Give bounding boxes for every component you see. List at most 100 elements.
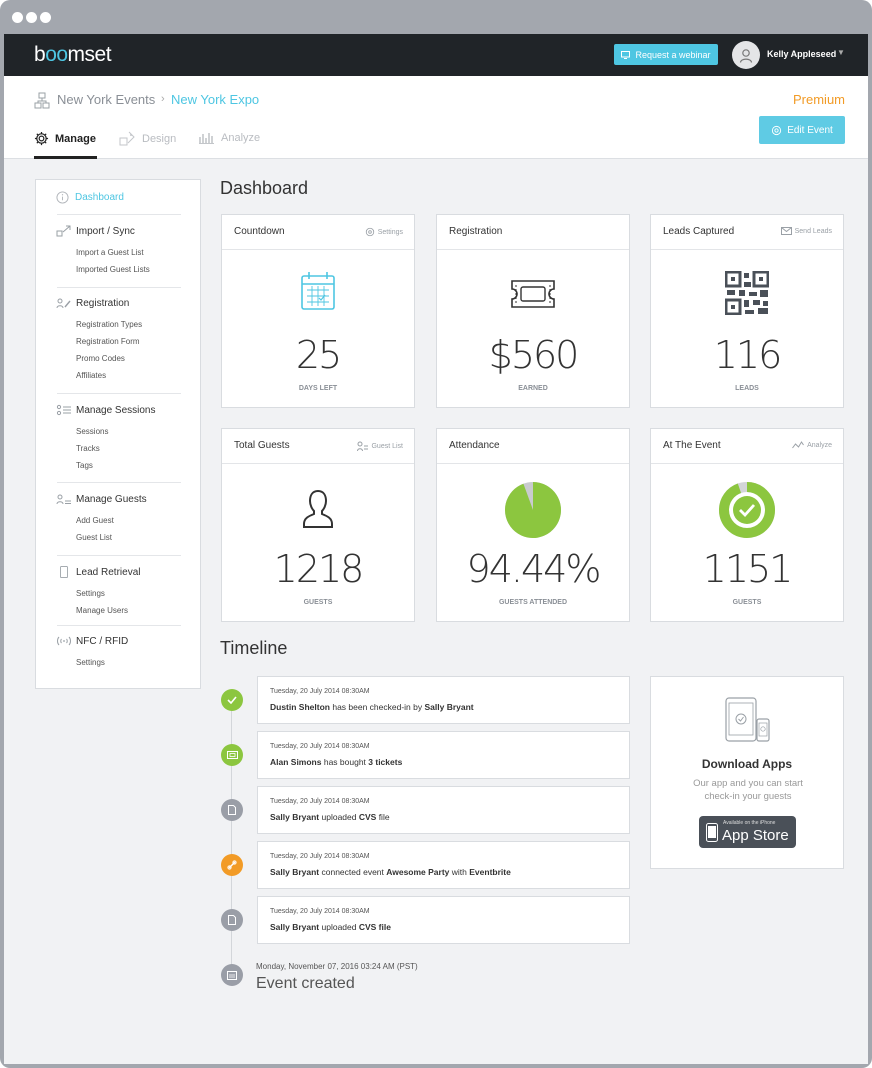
avatar[interactable]	[732, 41, 760, 69]
tab-label: Analyze	[221, 131, 261, 144]
leads-label: LEADS	[735, 385, 759, 392]
sidebar-item-promo-codes[interactable]: Promo Codes	[76, 354, 125, 363]
sidebar-item-sessions[interactable]: Sessions	[76, 427, 108, 436]
download-apps-card: Download Apps Our app and you can start …	[650, 676, 844, 869]
sidebar-section-title: NFC / RFID	[76, 635, 129, 647]
user-name[interactable]: Kelly Appleseed	[767, 49, 836, 59]
card-header: Countdown Settings	[222, 215, 414, 250]
sidebar-item-lead-settings[interactable]: Settings	[76, 589, 105, 598]
timeline-item: Tuesday, 20 July 2014 08:30AM Alan Simon…	[257, 731, 630, 779]
person-icon	[222, 489, 414, 529]
card-title: Leads Captured	[663, 226, 735, 237]
donut-check-icon	[651, 481, 843, 539]
sidebar-item-import-guest-list[interactable]: Import a Guest List	[76, 248, 144, 257]
edit-event-button[interactable]: Edit Event	[759, 116, 845, 144]
sidebar-section-import[interactable]: Import / Sync	[56, 225, 135, 237]
timeline-text: Sally Bryant uploaded CVS file	[270, 922, 391, 932]
sidebar-item-dashboard[interactable]: Dashboard	[56, 191, 124, 204]
timeline-title: Timeline	[220, 638, 288, 658]
divider	[57, 555, 181, 556]
timeline-highlight: CVS	[358, 812, 377, 822]
analyze-link[interactable]: Analyze	[792, 441, 832, 449]
attendance-card: Attendance 94.44% GUESTS ATTENDED	[436, 428, 630, 622]
timeline-time: Tuesday, 20 July 2014 08:30AM	[270, 743, 370, 750]
sidebar-item-tags[interactable]: Tags	[76, 461, 93, 470]
sidebar-item-add-guest[interactable]: Add Guest	[76, 516, 114, 525]
sidebar-item-affiliates[interactable]: Affiliates	[76, 371, 106, 380]
sidebar-item-registration-types[interactable]: Registration Types	[76, 320, 142, 329]
timeline-line	[231, 698, 232, 976]
sidebar-item-imported-guest-lists[interactable]: Imported Guest Lists	[76, 265, 150, 274]
divider	[57, 393, 181, 394]
ticket-icon	[437, 279, 629, 309]
import-icon	[56, 225, 71, 237]
info-icon	[56, 191, 69, 204]
timeline-plain-text: has bought	[321, 757, 369, 767]
sessions-icon	[56, 404, 71, 416]
window-dot	[12, 12, 23, 23]
send-leads-link[interactable]: Send Leads	[780, 227, 832, 235]
total-guests-value: 1218	[273, 547, 365, 591]
top-navbar: boomset Request a webinar Kelly Applesee…	[4, 34, 868, 76]
tab-manage[interactable]: Manage	[34, 131, 96, 146]
gear-icon	[772, 125, 782, 135]
logo-text: boomset	[34, 43, 112, 66]
sidebar-item-registration-form[interactable]: Registration Form	[76, 337, 140, 346]
timeline-plain-text: with	[449, 867, 470, 877]
timeline-plain-text: has been checked-in by	[329, 702, 425, 712]
sidebar-item-nfc-settings[interactable]: Settings	[76, 658, 105, 667]
breadcrumb-current[interactable]: New York Expo	[171, 92, 259, 107]
tab-design[interactable]: Design	[119, 131, 176, 146]
card-link-label: Guest List	[371, 443, 403, 450]
sidebar-section-registration[interactable]: Registration	[56, 297, 129, 309]
at-event-value: 1151	[702, 547, 794, 591]
guest-list-link[interactable]: Guest List	[357, 441, 403, 452]
sidebar-section-title: Manage Sessions	[76, 404, 156, 416]
nfc-icon	[57, 636, 71, 646]
app-screen: boomset Request a webinar Kelly Applesee…	[4, 34, 868, 1064]
card-title: Attendance	[449, 440, 500, 451]
card-header: Total Guests Guest List	[222, 429, 414, 464]
timeline-item: Tuesday, 20 July 2014 08:30AM Sally Brya…	[257, 896, 630, 944]
sidebar-item-guest-list[interactable]: Guest List	[76, 533, 112, 542]
divider	[57, 214, 181, 215]
link-icon	[221, 854, 243, 876]
leads-value: 116	[713, 333, 783, 377]
logo[interactable]: boomset	[34, 43, 112, 67]
timeline-time: Tuesday, 20 July 2014 08:30AM	[270, 908, 370, 915]
event-created-text: Event created	[256, 975, 355, 992]
timeline-highlight: Sally Bryant	[270, 812, 320, 822]
sidebar-section-guests[interactable]: Manage Guests	[56, 493, 147, 505]
app-store-button[interactable]: Available on the iPhone App Store	[699, 816, 796, 848]
sidebar-item-tracks[interactable]: Tracks	[76, 444, 100, 453]
timeline-text: Alan Simons has bought 3 tickets	[270, 757, 402, 767]
sidebar-item-manage-users[interactable]: Manage Users	[76, 606, 128, 615]
countdown-card: Countdown Settings 25 DAYS LEFT	[221, 214, 415, 408]
timeline-highlight: Alan Simons	[270, 757, 322, 767]
app-store-label: App Store	[722, 827, 789, 844]
card-title: Registration	[449, 226, 503, 237]
card-title: At The Event	[663, 440, 721, 451]
sidebar-section-title: Registration	[76, 297, 130, 309]
sidebar-section-lead-retrieval[interactable]: Lead Retrieval	[56, 566, 140, 578]
timeline-highlight: Awesome Party	[386, 867, 450, 877]
card-link-label: Settings	[377, 228, 403, 236]
registration-label: EARNED	[518, 385, 548, 392]
sidebar-section-title: Lead Retrieval	[76, 566, 141, 578]
registration-card: Registration $560 EARNED	[436, 214, 630, 408]
total-guests-label: GUESTS	[303, 599, 333, 606]
chevron-down-icon[interactable]: ▼	[837, 48, 845, 57]
tab-analyze[interactable]: Analyze	[198, 131, 260, 144]
window-dot	[26, 12, 37, 23]
ticket-icon	[221, 744, 243, 766]
settings-link[interactable]: Settings	[365, 227, 403, 237]
sidebar-section-sessions[interactable]: Manage Sessions	[56, 404, 156, 416]
sidebar-section-nfc[interactable]: NFC / RFID	[56, 635, 128, 647]
request-webinar-button[interactable]: Request a webinar	[614, 44, 718, 65]
registration-icon	[56, 298, 71, 309]
timeline-plain-text: file	[376, 812, 390, 822]
sidebar-section-title: Manage Guests	[76, 493, 147, 505]
breadcrumb-parent[interactable]: New York Events	[57, 92, 155, 107]
timeline-highlight: CVS file	[358, 922, 391, 932]
timeline-highlight: Eventbrite	[469, 867, 511, 877]
